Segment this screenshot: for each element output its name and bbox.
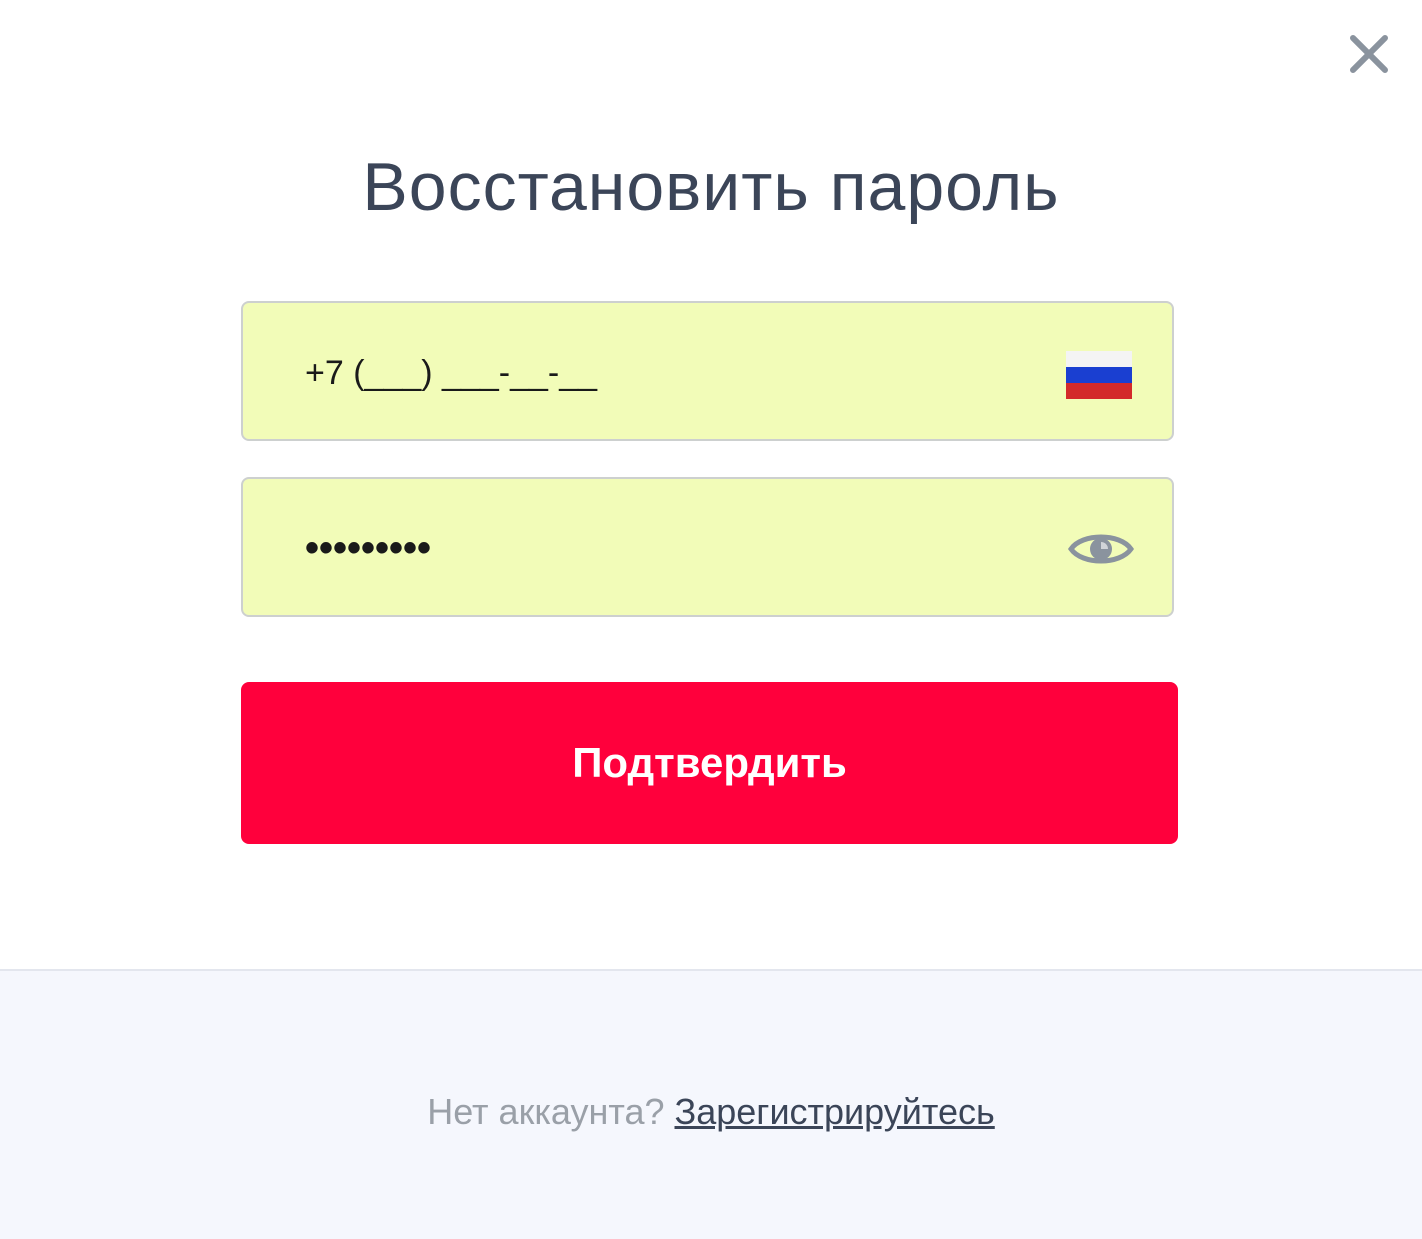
eye-icon[interactable] bbox=[1067, 527, 1135, 571]
phone-input-value[interactable]: +7 (___) ___-__-__ bbox=[305, 351, 597, 395]
submit-button[interactable]: Подтвердить bbox=[241, 682, 1178, 844]
no-account-text: Нет аккаунта? bbox=[427, 1091, 675, 1132]
page-title: Восстановить пароль bbox=[362, 149, 1060, 225]
footer: Нет аккаунта? Зарегистрируйтесь bbox=[0, 969, 1422, 1239]
register-prompt: Нет аккаунта? Зарегистрируйтесь bbox=[0, 1087, 1422, 1137]
close-icon bbox=[1350, 35, 1388, 73]
russia-flag-icon[interactable] bbox=[1066, 351, 1132, 399]
register-link[interactable]: Зарегистрируйтесь bbox=[675, 1091, 995, 1132]
restore-password-modal: Восстановить пароль +7 (___) ___-__-__ •… bbox=[0, 0, 1422, 1239]
password-field[interactable]: ••••••••• bbox=[241, 477, 1174, 617]
close-button[interactable] bbox=[1345, 30, 1393, 78]
phone-field[interactable]: +7 (___) ___-__-__ bbox=[241, 301, 1174, 441]
password-input-value[interactable]: ••••••••• bbox=[305, 523, 431, 573]
